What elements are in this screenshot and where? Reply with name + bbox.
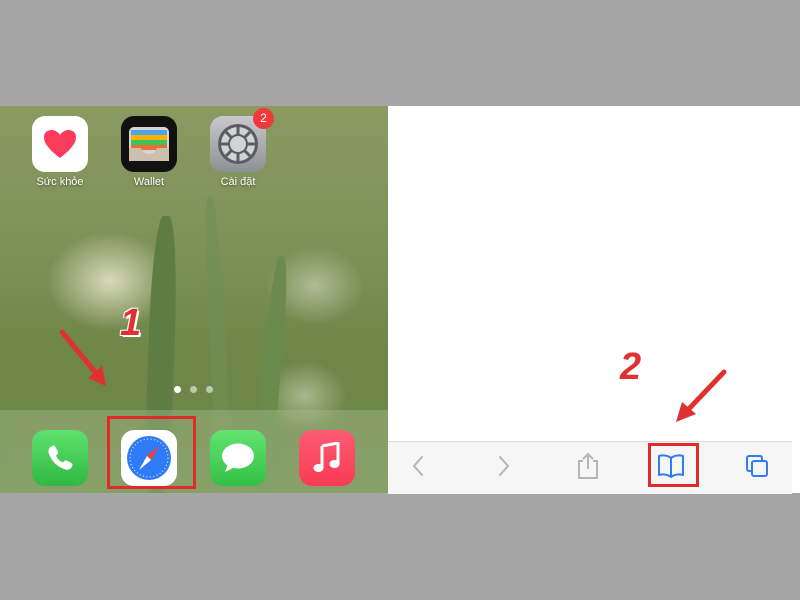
page-dot — [206, 386, 213, 393]
tabs-icon — [746, 455, 768, 477]
home-screen: Sức khỏe Wallet 2 Cài đặt 1 — [0, 106, 388, 493]
safari-screen: 2 — [388, 106, 800, 494]
share-button[interactable] — [568, 442, 608, 490]
music-icon[interactable] — [299, 430, 355, 486]
back-button[interactable] — [398, 442, 438, 490]
notification-badge: 2 — [253, 108, 274, 129]
annotation-arrow-icon — [676, 369, 727, 422]
annotation-arrow-icon — [59, 329, 106, 386]
wallet-icon — [121, 116, 177, 172]
step-number-1: 1 — [120, 302, 142, 344]
app-wallet[interactable]: Wallet — [121, 116, 177, 188]
messages-icon[interactable] — [210, 430, 266, 486]
share-icon — [578, 452, 598, 479]
app-label: Cài đặt — [220, 176, 256, 188]
bookmarks-highlight-box — [648, 443, 699, 487]
back-chevron-icon — [412, 456, 423, 476]
forward-button[interactable] — [484, 442, 524, 490]
phone-icon[interactable] — [32, 430, 88, 486]
settings-gear-icon: 2 — [210, 108, 274, 172]
health-heart-icon — [32, 116, 88, 172]
page-dot — [174, 386, 181, 393]
safari-toolbar — [388, 441, 792, 494]
forward-chevron-icon — [499, 456, 510, 476]
app-settings[interactable]: 2 Cài đặt — [210, 108, 274, 188]
tabs-button[interactable] — [737, 442, 777, 490]
step-number-2: 2 — [620, 346, 642, 388]
safari-highlight-box — [107, 416, 196, 489]
page-dot — [190, 386, 197, 393]
app-health[interactable]: Sức khỏe — [32, 116, 88, 188]
page-indicator[interactable] — [174, 386, 213, 393]
app-label: Wallet — [133, 176, 165, 188]
app-label: Sức khỏe — [36, 176, 84, 188]
